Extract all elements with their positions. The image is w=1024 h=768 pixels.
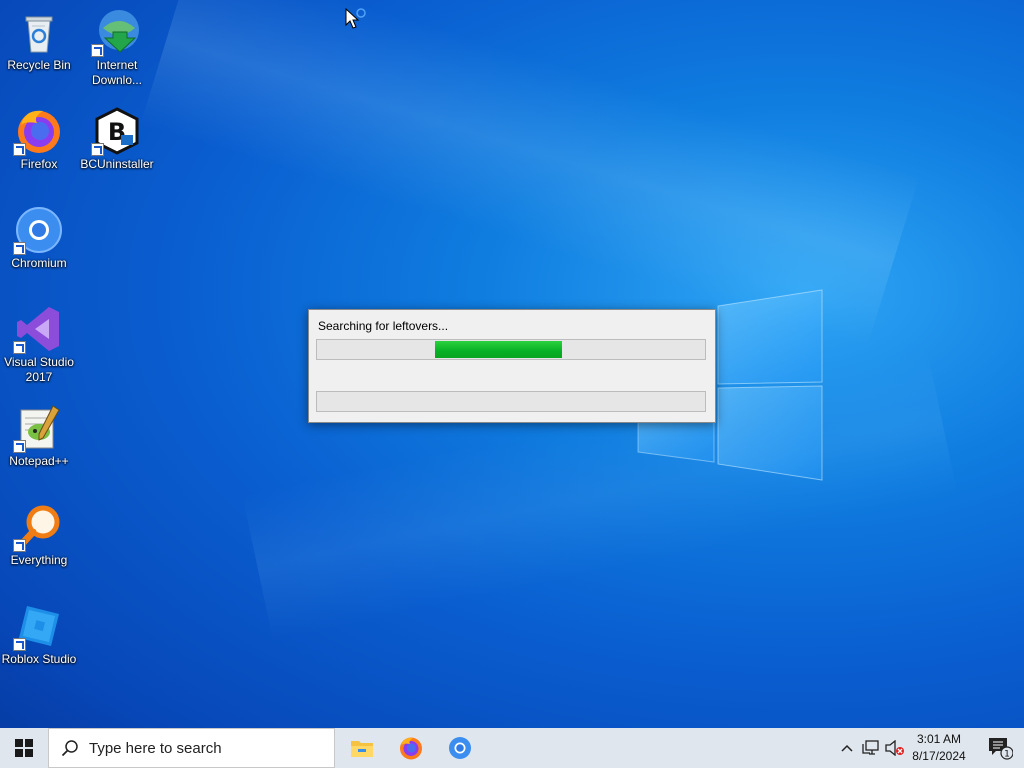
desktop: Recycle Bin Internet Downlo... Firefox B… [0, 0, 1024, 728]
taskbar: Type here to search 3:01 AM 8/17/2024 1 [0, 728, 1024, 768]
secondary-progress-bar [316, 391, 706, 412]
action-center-button[interactable]: 1 [976, 728, 1024, 768]
everything-search-icon [13, 503, 63, 552]
roblox-studio-icon [13, 602, 63, 651]
show-hidden-icons-button[interactable] [836, 728, 858, 768]
desktop-icon-label: Firefox [20, 157, 58, 171]
desktop-icon-visual-studio[interactable]: Visual Studio 2017 [0, 305, 79, 385]
taskbar-search-box[interactable]: Type here to search [48, 728, 335, 768]
volume-muted-icon [885, 740, 904, 756]
desktop-icon-bcuninstaller[interactable]: B BCUninstaller [77, 107, 157, 172]
desktop-icon-label: Recycle Bin [7, 58, 71, 72]
desktop-icon-internet-download-manager[interactable]: Internet Downlo... [77, 8, 157, 88]
search-icon [61, 740, 78, 757]
recycle-bin-icon [15, 8, 63, 56]
bcuninstaller-icon: B [91, 107, 141, 156]
desktop-icon-notepad-plus-plus[interactable]: Notepad++ [0, 404, 79, 469]
windows-start-icon [15, 739, 33, 757]
clock-time: 3:01 AM [916, 732, 962, 746]
taskbar-firefox[interactable] [387, 728, 435, 768]
notification-count: 1 [1004, 750, 1010, 760]
desktop-icon-roblox-studio[interactable]: Roblox Studio [0, 602, 79, 667]
desktop-icon-label: Notepad++ [9, 454, 69, 468]
chevron-up-icon [841, 744, 853, 752]
desktop-icon-everything[interactable]: Everything [0, 503, 79, 568]
shortcut-arrow-icon [13, 638, 26, 651]
internet-download-manager-icon [91, 8, 141, 57]
network-status-button[interactable] [860, 728, 882, 768]
marquee-progress-bar [316, 339, 706, 360]
chromium-icon [13, 206, 63, 255]
taskbar-chromium[interactable] [436, 728, 484, 768]
desktop-icon-recycle-bin[interactable]: Recycle Bin [0, 8, 79, 73]
chromium-icon [449, 737, 471, 759]
clock-date: 8/17/2024 [912, 749, 966, 763]
mouse-cursor-busy-icon [345, 8, 366, 29]
progress-marquee-block [435, 341, 562, 358]
leftover-search-dialog: Searching for leftovers... [308, 309, 716, 423]
desktop-icon-chromium[interactable]: Chromium [0, 206, 79, 271]
start-button[interactable] [0, 728, 48, 768]
visual-studio-icon [13, 305, 63, 354]
volume-button[interactable] [884, 728, 906, 768]
shortcut-arrow-icon [13, 341, 26, 354]
shortcut-arrow-icon [13, 242, 26, 255]
shortcut-arrow-icon [13, 143, 26, 156]
firefox-icon [400, 737, 422, 760]
desktop-icon-label: BCUninstaller [80, 157, 154, 171]
taskbar-file-explorer[interactable] [338, 728, 386, 768]
notepad-plus-plus-icon [13, 404, 63, 453]
file-explorer-icon [351, 741, 373, 757]
desktop-icon-label: Chromium [11, 256, 67, 270]
notification-icon: 1 [989, 738, 1013, 760]
search-placeholder: Type here to search [89, 739, 222, 757]
shortcut-arrow-icon [13, 539, 26, 552]
desktop-icon-firefox[interactable]: Firefox [0, 107, 79, 172]
desktop-icon-label: Roblox Studio [1, 652, 77, 666]
taskbar-clock[interactable]: 3:01 AM 8/17/2024 [906, 731, 972, 765]
desktop-icon-label: Internet Downlo... [91, 58, 143, 87]
dialog-status-text: Searching for leftovers... [318, 319, 449, 333]
network-icon [862, 740, 879, 755]
shortcut-arrow-icon [91, 143, 104, 156]
desktop-icon-label: Everything [10, 553, 68, 567]
shortcut-arrow-icon [91, 44, 104, 57]
desktop-icon-label: Visual Studio 2017 [4, 355, 74, 384]
firefox-icon [13, 107, 63, 156]
shortcut-arrow-icon [13, 440, 26, 453]
